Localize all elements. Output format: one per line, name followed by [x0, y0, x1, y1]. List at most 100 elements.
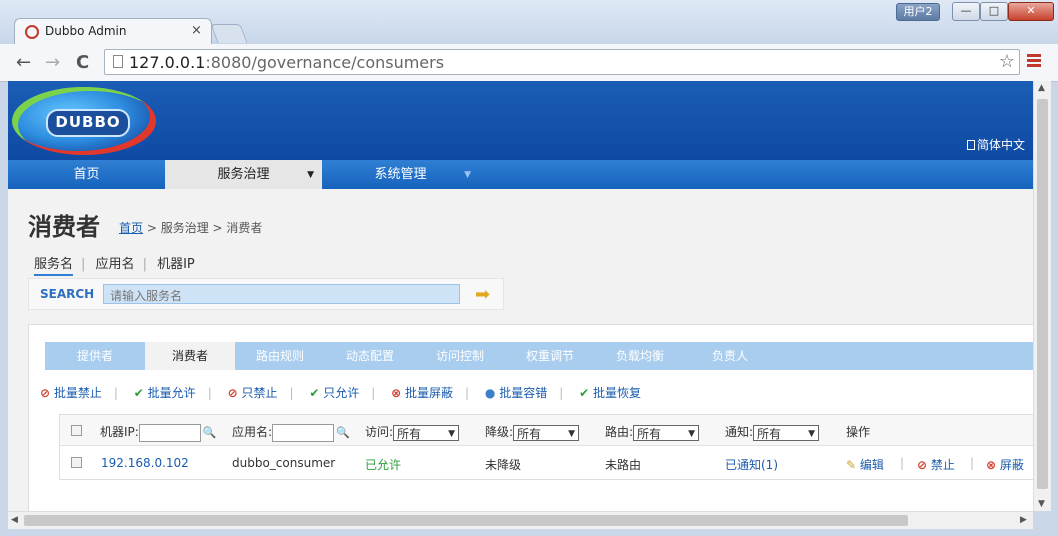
tolerance-icon: ● [484, 386, 496, 400]
tab-loadbalance[interactable]: 负载均衡 [595, 342, 685, 370]
ip-filter-input[interactable] [138, 423, 201, 442]
search-label: SEARCH [40, 287, 95, 301]
tab-overrides[interactable]: 动态配置 [325, 342, 415, 370]
close-window-button[interactable]: ✕ [1008, 2, 1054, 21]
tab-weights[interactable]: 权重调节 [505, 342, 595, 370]
horizontal-scroll-thumb[interactable] [24, 515, 908, 526]
chevron-down-icon: ▼ [808, 428, 816, 439]
minimize-button[interactable]: — [952, 2, 980, 21]
notify-filter-select[interactable]: 所有 ▼ [753, 424, 820, 441]
row-forbid-button[interactable]: ⊘ 禁止 [917, 456, 955, 473]
batch-actions: ⊘ 批量禁止 | ✔ 批量允许 | ⊘ 只禁止 | ✔ 只允许 | ⊗ 批量屏蔽 | ● … [40, 386, 642, 400]
search-icon[interactable]: 🔍 [203, 426, 217, 439]
site-header: DUBBO 简体中文 [8, 81, 1033, 160]
menu-home[interactable]: 首页 [8, 160, 165, 189]
tab-routes[interactable]: 路由规则 [235, 342, 325, 370]
select-all-checkbox[interactable] [71, 425, 82, 436]
vertical-scrollbar[interactable]: ▲ ▼ [1033, 81, 1051, 511]
forward-arrow-icon[interactable]: → [45, 52, 60, 73]
url-text: 127.0.0.1:8080/governance/consumers [129, 53, 445, 72]
breadcrumb: 首页 > 服务治理 > 消费者 [119, 221, 263, 235]
table-header-row: 机器IP: 🔍 应用名: 🔍 访问: 所有 ▼ 降级: 所有 ▼ 路由: 所有 ▼ 通知: 所有 ▼… [60, 415, 1033, 446]
only-allow-button[interactable]: ✔ 只允许 [309, 386, 359, 400]
page-title: 消费者 [28, 213, 100, 241]
reload-icon[interactable]: C [76, 52, 89, 73]
horizontal-scrollbar[interactable]: ◀ ▶ [8, 511, 1033, 529]
check-icon: ✔ [133, 386, 144, 400]
chevron-down-icon: ▼ [464, 170, 471, 180]
header-notify: 通知: 所有 ▼ [725, 423, 820, 441]
browser-tab[interactable]: Dubbo Admin × [14, 18, 212, 45]
tab-providers[interactable]: 提供者 [45, 342, 145, 370]
row-app: dubbo_consumer [232, 456, 336, 470]
chevron-down-icon: ▼ [688, 428, 696, 439]
row-access-status: 已允许 [365, 458, 402, 472]
header-degrade: 降级: 所有 ▼ [485, 423, 580, 441]
search-box: SEARCH 请输入服务名 ➡ [28, 278, 504, 310]
header-ops: 操作 [846, 425, 871, 439]
tab-owners[interactable]: 负责人 [685, 342, 775, 370]
row-checkbox[interactable] [71, 457, 82, 468]
row-ip-link[interactable]: 192.168.0.102 [101, 456, 189, 470]
tab-consumers[interactable]: 消费者 [145, 342, 235, 370]
breadcrumb-home-link[interactable]: 首页 [119, 221, 143, 235]
tab-access[interactable]: 访问控制 [415, 342, 505, 370]
scroll-up-icon[interactable]: ▲ [1038, 83, 1045, 93]
consumers-table: 机器IP: 🔍 应用名: 🔍 访问: 所有 ▼ 降级: 所有 ▼ 路由: 所有 ▼ 通知: 所有 ▼… [59, 414, 1033, 480]
pencil-icon: ✎ [846, 458, 857, 472]
url-bar[interactable]: 127.0.0.1:8080/governance/consumers ☆ [104, 49, 1020, 75]
scroll-right-icon[interactable]: ▶ [1020, 515, 1027, 525]
search-tab-application[interactable]: 应用名 [96, 257, 135, 272]
new-tab-button[interactable] [210, 24, 248, 43]
batch-shield-button[interactable]: ⊗ 批量屏蔽 [391, 386, 453, 400]
row-notify-link[interactable]: 已通知(1) [725, 456, 778, 473]
user-badge[interactable]: 用户2 [896, 3, 940, 21]
shield-x-icon: ⊗ [986, 458, 997, 472]
row-shield-button[interactable]: ⊗ 屏蔽 [986, 456, 1024, 473]
app-filter-input[interactable] [272, 423, 335, 442]
dubbo-logo[interactable]: DUBBO [12, 87, 156, 155]
check-icon: ✔ [309, 386, 320, 400]
page-viewport: DUBBO 简体中文 首页 服务治理 ▼ 系统管理 ▼ 消费者 首页 > 服务治… [8, 81, 1033, 511]
shield-x-icon: ⊗ [391, 386, 402, 400]
back-arrow-icon[interactable]: ← [16, 52, 31, 73]
header-ip: 机器IP: 🔍 [100, 423, 217, 442]
page-icon [113, 55, 123, 68]
search-go-arrow-icon[interactable]: ➡ [475, 284, 490, 305]
access-filter-select[interactable]: 所有 ▼ [393, 424, 460, 441]
degrade-filter-select[interactable]: 所有 ▼ [513, 424, 580, 441]
menu-system-management[interactable]: 系统管理 ▼ [322, 160, 479, 189]
route-filter-select[interactable]: 所有 ▼ [633, 424, 700, 441]
batch-forbid-button[interactable]: ⊘ 批量禁止 [40, 386, 102, 400]
batch-tolerance-button[interactable]: ● 批量容错 [485, 386, 547, 400]
forbid-icon: ⊘ [40, 386, 51, 400]
menu-service-governance[interactable]: 服务治理 ▼ [165, 160, 322, 189]
maximize-button[interactable]: □ [980, 2, 1008, 21]
scroll-left-icon[interactable]: ◀ [11, 515, 18, 525]
tab-close-icon[interactable]: × [191, 23, 202, 38]
row-degrade-status: 未降级 [485, 458, 522, 472]
only-forbid-button[interactable]: ⊘ 只禁止 [228, 386, 278, 400]
chevron-down-icon: ▼ [307, 170, 314, 180]
row-edit-button[interactable]: ✎ 编辑 [846, 456, 884, 473]
batch-restore-button[interactable]: ✔ 批量恢复 [579, 386, 641, 400]
search-tab-ip[interactable]: 机器IP [157, 257, 195, 272]
search-tab-service[interactable]: 服务名 [34, 257, 74, 276]
check-icon: ✔ [579, 386, 590, 400]
sub-tabs: 提供者 消费者 路由规则 动态配置 访问控制 权重调节 负载均衡 负责人 [45, 342, 1033, 370]
document-icon [966, 140, 975, 150]
search-input[interactable]: 请输入服务名 [103, 284, 460, 304]
header-route: 路由: 所有 ▼ [605, 423, 700, 441]
vertical-scroll-thumb[interactable] [1037, 99, 1048, 489]
language-link[interactable]: 简体中文 [966, 136, 1025, 153]
chevron-down-icon: ▼ [568, 428, 576, 439]
logo-text: DUBBO [46, 109, 130, 137]
search-icon[interactable]: 🔍 [336, 426, 350, 439]
scroll-down-icon[interactable]: ▼ [1038, 499, 1045, 509]
batch-allow-button[interactable]: ✔ 批量允许 [134, 386, 196, 400]
bookmark-star-icon[interactable]: ☆ [999, 51, 1015, 72]
browser-titlebar: Dubbo Admin × 用户2 — □ ✕ [0, 0, 1058, 45]
forbid-icon: ⊘ [227, 386, 238, 400]
chevron-down-icon: ▼ [448, 428, 456, 439]
browser-menu-icon[interactable] [1027, 54, 1041, 69]
